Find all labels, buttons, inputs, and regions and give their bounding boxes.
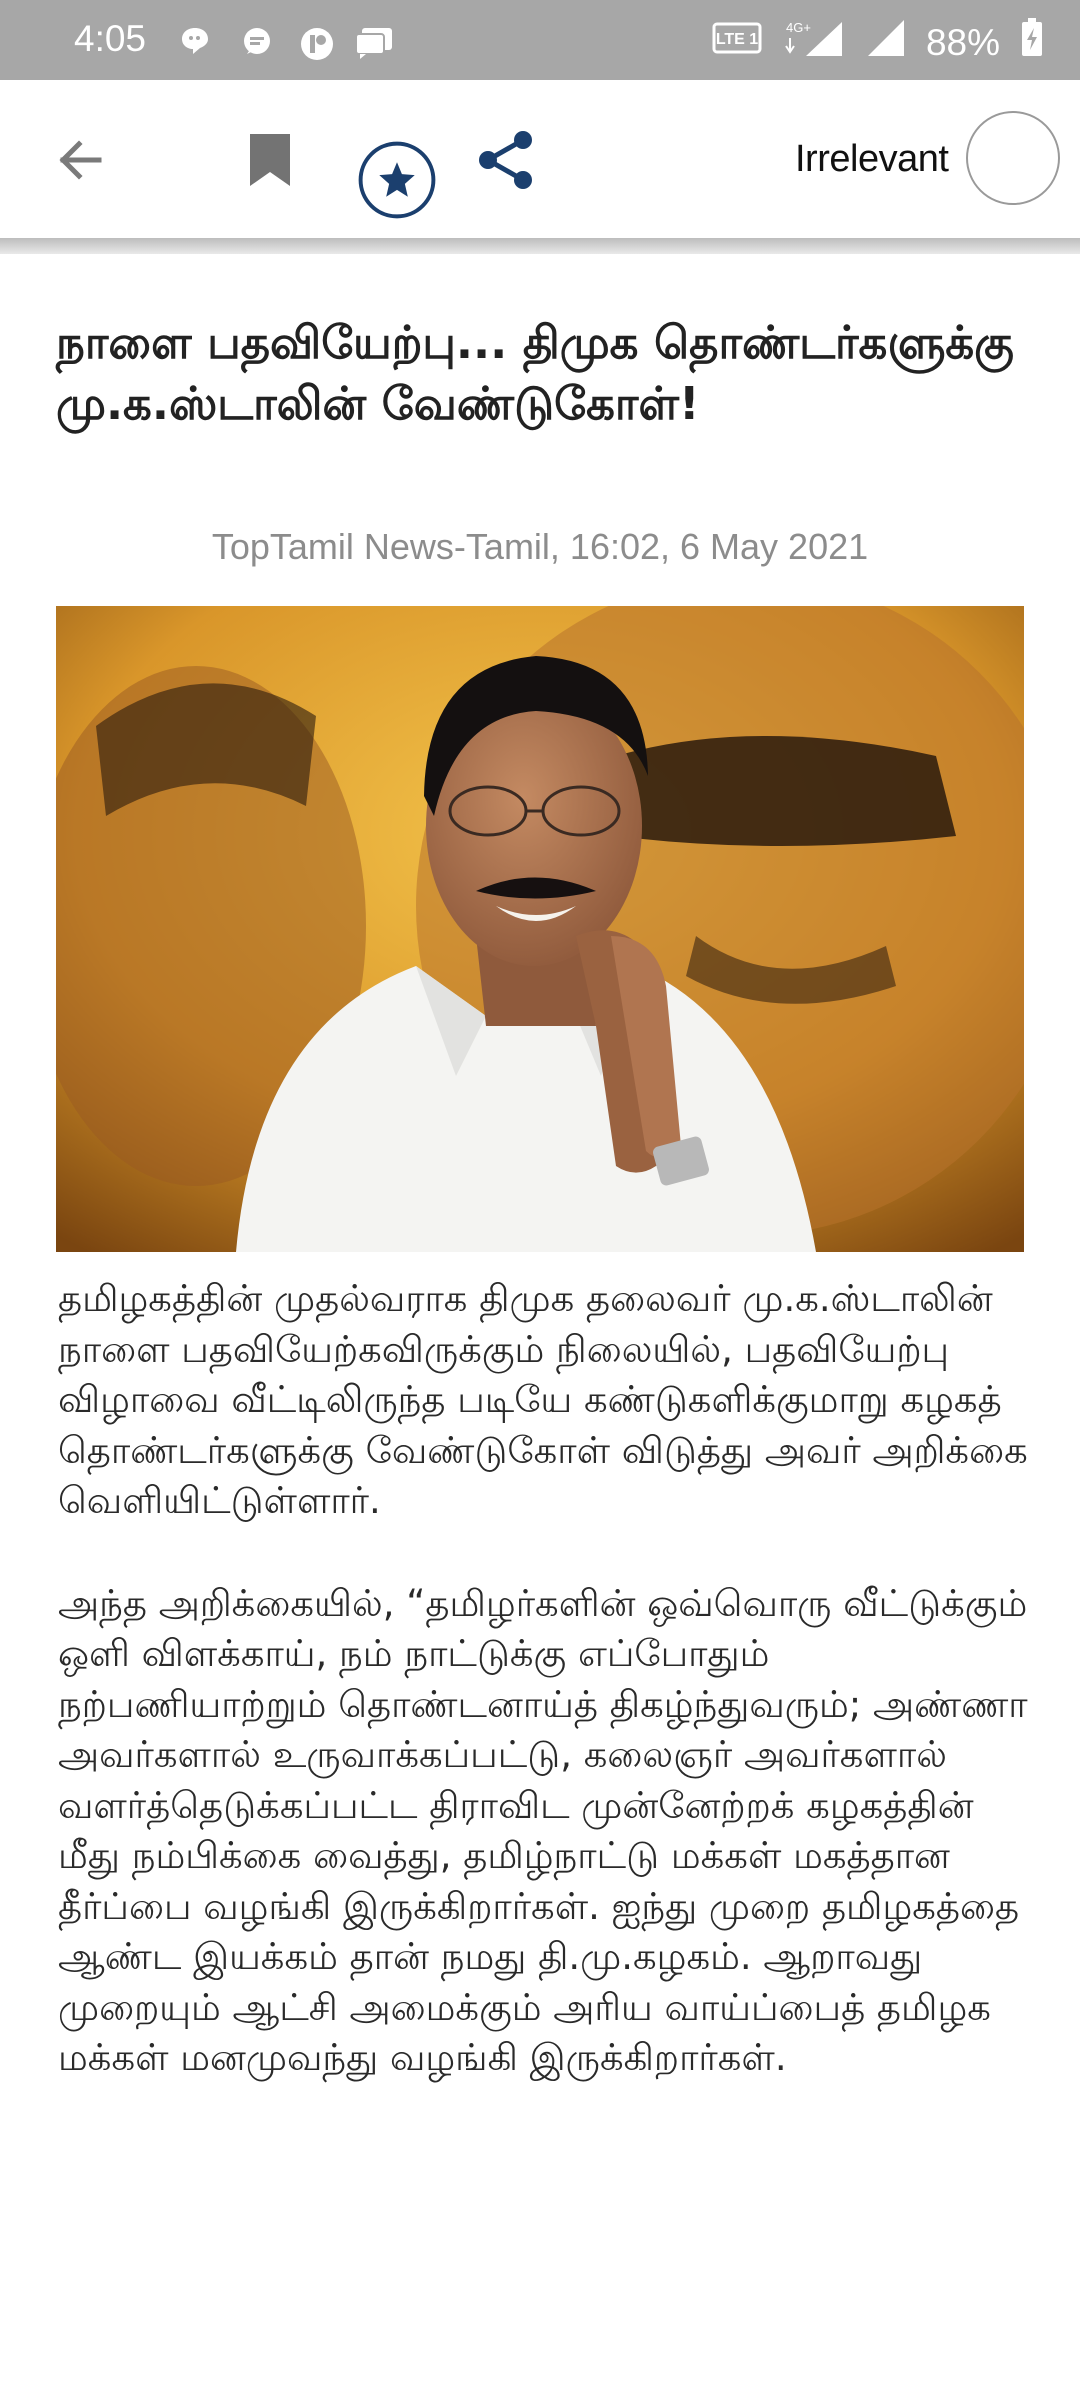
messages-icon [354,26,394,64]
back-button[interactable] [40,120,120,200]
signal-icon [866,18,906,67]
arrow-left-icon [59,140,102,180]
irrelevant-toggle[interactable] [966,111,1060,205]
article-hero-image[interactable] [56,606,1024,1252]
article-toolbar: Irrelevant [0,80,1080,238]
battery-charging-icon [1020,18,1044,67]
battery-percent: 88% [925,21,1000,63]
bookmark-icon [250,134,290,186]
article-body: தமிழகத்தின் முதல்வராக திமுக தலைவர் மு.க.… [58,1274,1038,2136]
status-bar: 4:05 LTE 1 4G+ 88% [0,0,1080,80]
toolbar-divider [0,238,1080,254]
message-icon [241,26,273,62]
leader-portrait-image [56,606,1024,1252]
chat-bubble-icon [180,26,210,60]
status-time: 4:05 [74,18,147,59]
lte-badge: LTE 1 [716,31,758,48]
volte-icon: LTE 1 [712,18,764,67]
article-content: நாளை பதவியேற்பு... திமுக தொண்டர்களுக்கு … [0,254,1080,2400]
article-headline: நாளை பதவியேற்பு... திமுக தொண்டர்களுக்கு … [56,316,1014,430]
article-paragraph: தமிழகத்தின் முதல்வராக திமுக தலைவர் மு.க.… [58,1277,1028,1522]
irrelevant-label: Irrelevant [795,138,949,180]
share-icon [479,131,532,189]
share-button[interactable] [466,120,546,200]
bookmark-button[interactable] [230,120,310,200]
star-circle-icon [358,141,436,219]
favorite-button[interactable] [336,118,458,240]
status-right-group: LTE 1 4G+ 88% [712,18,1044,67]
signal-4g-icon: 4G+ [784,18,846,67]
article-paragraph: அந்த அறிக்கையில், “தமிழர்களின் ஒவ்வொரு வ… [58,1581,1028,2080]
article-meta: TopTamil News-Tamil, 16:02, 6 May 2021 [211,526,869,567]
app-notification-icon [299,26,335,66]
network-type: 4G+ [786,20,811,35]
